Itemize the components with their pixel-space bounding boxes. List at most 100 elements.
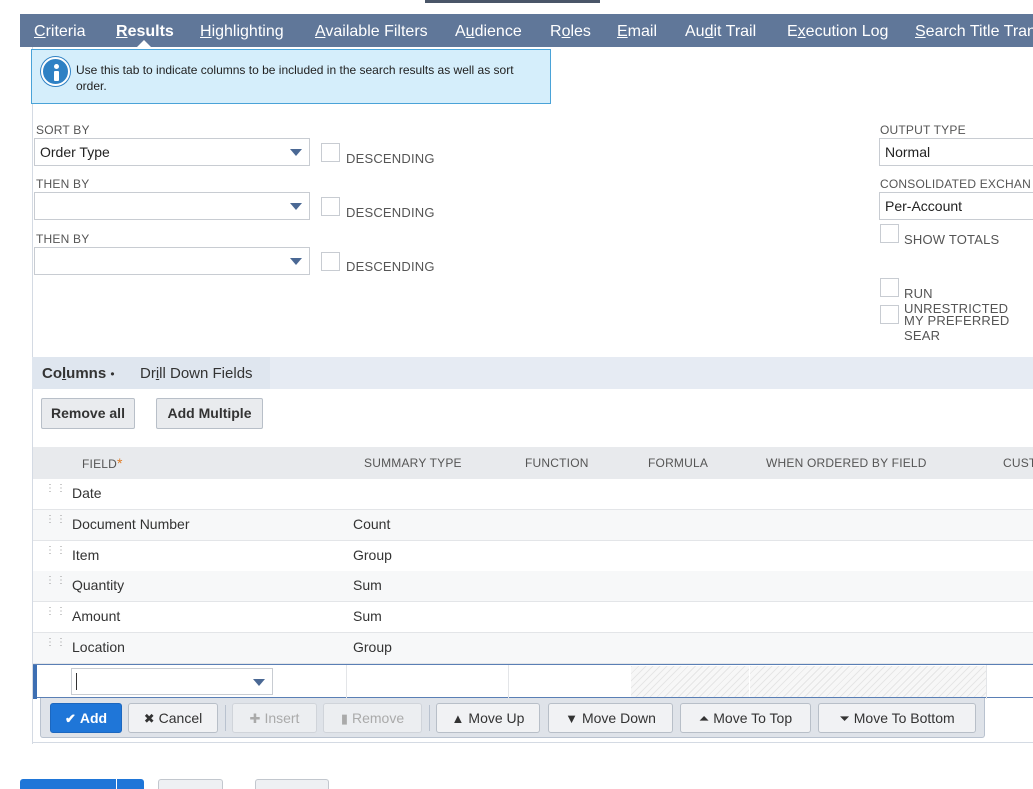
consolidated-exchange-select[interactable]: Per-Account bbox=[879, 192, 1033, 220]
output-type-label: OUTPUT TYPE bbox=[880, 123, 966, 137]
drag-handle-icon[interactable]: ⋮⋮ bbox=[45, 546, 66, 563]
table-row[interactable]: ⋮⋮ Quantity Sum bbox=[33, 571, 1033, 602]
table-row[interactable]: ⋮⋮ Document Number Count bbox=[33, 510, 1033, 541]
row-field: Document Number bbox=[72, 516, 190, 532]
top-indicator bbox=[425, 0, 600, 3]
run-unrestricted-label: RUN UNRESTRICTED bbox=[904, 286, 1009, 316]
table-row[interactable]: ⋮⋮ Location Group bbox=[33, 633, 1033, 664]
separator bbox=[429, 705, 430, 731]
top-strip bbox=[0, 0, 1033, 14]
subtab-columns[interactable]: Columns • bbox=[42, 357, 115, 391]
tab-search-title-translation[interactable]: Search Title Tran bbox=[915, 14, 1033, 47]
chevron-down-icon bbox=[290, 149, 302, 156]
insert-button[interactable]: ✚ Insert bbox=[232, 703, 317, 733]
header-when-ordered-by-field[interactable]: WHEN ORDERED BY FIELD bbox=[766, 447, 927, 479]
row-summary-type: Sum bbox=[353, 608, 382, 624]
drag-handle-icon[interactable]: ⋮⋮ bbox=[45, 607, 66, 624]
arrow-top-icon: ⏶ bbox=[698, 711, 710, 726]
split-divider bbox=[116, 779, 117, 789]
move-up-button[interactable]: ▲ Move Up bbox=[436, 703, 540, 733]
row-action-bar: ✔ Add ✖ Cancel ✚ Insert ▮ Remove ▲ Move Up ▼ M… bbox=[40, 698, 985, 738]
formula-disabled-cell bbox=[631, 666, 749, 697]
drag-handle-icon[interactable]: ⋮⋮ bbox=[45, 576, 66, 593]
descending-label: DESCENDING bbox=[346, 259, 435, 274]
header-summary-type[interactable]: SUMMARY TYPE bbox=[364, 447, 462, 479]
cancel-button-partial[interactable] bbox=[158, 779, 223, 789]
tab-available-filters[interactable]: Available Filters bbox=[315, 14, 428, 47]
cell-divider bbox=[508, 665, 509, 699]
header-custom-label[interactable]: CUSTO bbox=[1003, 447, 1033, 479]
subtab-drill-down-fields[interactable]: Drill Down Fields bbox=[140, 357, 253, 391]
move-down-button[interactable]: ▼ Move Down bbox=[548, 703, 673, 733]
sort-by-select[interactable]: Order Type bbox=[34, 138, 310, 166]
cancel-button[interactable]: ✖ Cancel bbox=[128, 703, 218, 733]
sort-by-descending-checkbox[interactable] bbox=[321, 143, 340, 162]
header-function[interactable]: FUNCTION bbox=[525, 447, 589, 479]
drag-handle-icon[interactable]: ⋮⋮ bbox=[45, 484, 66, 501]
table-row[interactable]: ⋮⋮ Date bbox=[33, 479, 1033, 510]
remove-all-button[interactable]: Remove all bbox=[41, 398, 135, 429]
tab-roles[interactable]: Roles bbox=[550, 14, 591, 47]
separator bbox=[225, 705, 226, 731]
then-by-label-1: THEN BY bbox=[36, 177, 90, 191]
plus-icon: ✚ bbox=[249, 711, 261, 726]
new-column-edit-row[interactable] bbox=[33, 664, 1033, 699]
consolidated-exchange-label: CONSOLIDATED EXCHAN bbox=[880, 177, 1031, 191]
row-field: Quantity bbox=[72, 577, 125, 593]
active-tab-caret bbox=[137, 40, 151, 47]
info-banner: Use this tab to indicate columns to be i… bbox=[31, 49, 551, 104]
row-field: Item bbox=[72, 547, 100, 563]
trash-icon: ▮ bbox=[340, 711, 348, 726]
tab-audience[interactable]: Audience bbox=[455, 14, 522, 47]
drag-handle-icon[interactable]: ⋮⋮ bbox=[45, 638, 66, 655]
table-row[interactable]: ⋮⋮ Item Group bbox=[33, 541, 1033, 572]
header-field[interactable]: FIELD* bbox=[82, 447, 123, 480]
tab-email[interactable]: Email bbox=[617, 14, 657, 47]
row-field: Location bbox=[72, 639, 125, 655]
remove-button[interactable]: ▮ Remove bbox=[323, 703, 422, 733]
check-icon: ✔ bbox=[64, 711, 76, 726]
search-tab-bar: Criteria Results Highlighting Available … bbox=[20, 14, 1033, 47]
output-type-select[interactable]: Normal bbox=[879, 138, 1033, 166]
descending-label: DESCENDING bbox=[346, 151, 435, 166]
tab-audit-trail[interactable]: Audit Trail bbox=[685, 14, 756, 47]
descending-label: DESCENDING bbox=[346, 205, 435, 220]
tab-execution-log[interactable]: Execution Log bbox=[787, 14, 888, 47]
row-summary-type: Group bbox=[353, 547, 392, 563]
new-field-select[interactable] bbox=[71, 668, 273, 695]
reset-button-partial[interactable] bbox=[255, 779, 329, 789]
when-ordered-disabled-cell bbox=[750, 666, 986, 697]
move-to-top-button[interactable]: ⏶ Move To Top bbox=[680, 703, 811, 733]
chevron-down-icon bbox=[290, 258, 302, 265]
table-row[interactable]: ⋮⋮ Amount Sum bbox=[33, 602, 1033, 633]
consolidated-exchange-value: Per-Account bbox=[885, 198, 963, 214]
show-totals-label: SHOW TOTALS bbox=[904, 232, 1000, 247]
info-icon bbox=[41, 57, 70, 86]
add-multiple-button[interactable]: Add Multiple bbox=[156, 398, 263, 429]
add-button[interactable]: ✔ Add bbox=[50, 703, 122, 733]
required-star: * bbox=[117, 455, 123, 471]
then-by-descending-checkbox-1[interactable] bbox=[321, 197, 340, 216]
then-by-label-2: THEN BY bbox=[36, 232, 90, 246]
run-unrestricted-checkbox[interactable] bbox=[880, 278, 899, 297]
preferred-search-checkbox[interactable] bbox=[880, 305, 899, 324]
chevron-down-icon bbox=[253, 679, 265, 686]
arrow-down-icon: ▼ bbox=[565, 711, 578, 726]
move-to-bottom-button[interactable]: ⏷ Move To Bottom bbox=[818, 703, 976, 733]
row-summary-type: Group bbox=[353, 639, 392, 655]
panel-bottom-border bbox=[32, 742, 1033, 743]
then-by-select-1[interactable] bbox=[34, 192, 310, 220]
columns-table-header: FIELD* SUMMARY TYPE FUNCTION FORMULA WHE… bbox=[33, 447, 1033, 479]
then-by-descending-checkbox-2[interactable] bbox=[321, 252, 340, 271]
row-summary-type: Sum bbox=[353, 577, 382, 593]
header-formula[interactable]: FORMULA bbox=[648, 447, 708, 479]
save-button-partial[interactable] bbox=[20, 779, 144, 789]
row-field: Date bbox=[72, 485, 102, 501]
then-by-select-2[interactable] bbox=[34, 247, 310, 275]
show-totals-checkbox[interactable] bbox=[880, 224, 899, 243]
drag-handle-icon[interactable]: ⋮⋮ bbox=[45, 515, 66, 532]
tab-criteria[interactable]: Criteria bbox=[34, 14, 86, 47]
tab-highlighting[interactable]: Highlighting bbox=[200, 14, 284, 47]
info-text: Use this tab to indicate columns to be i… bbox=[76, 63, 514, 93]
subtab-bar: Columns • Drill Down Fields bbox=[32, 357, 1033, 389]
